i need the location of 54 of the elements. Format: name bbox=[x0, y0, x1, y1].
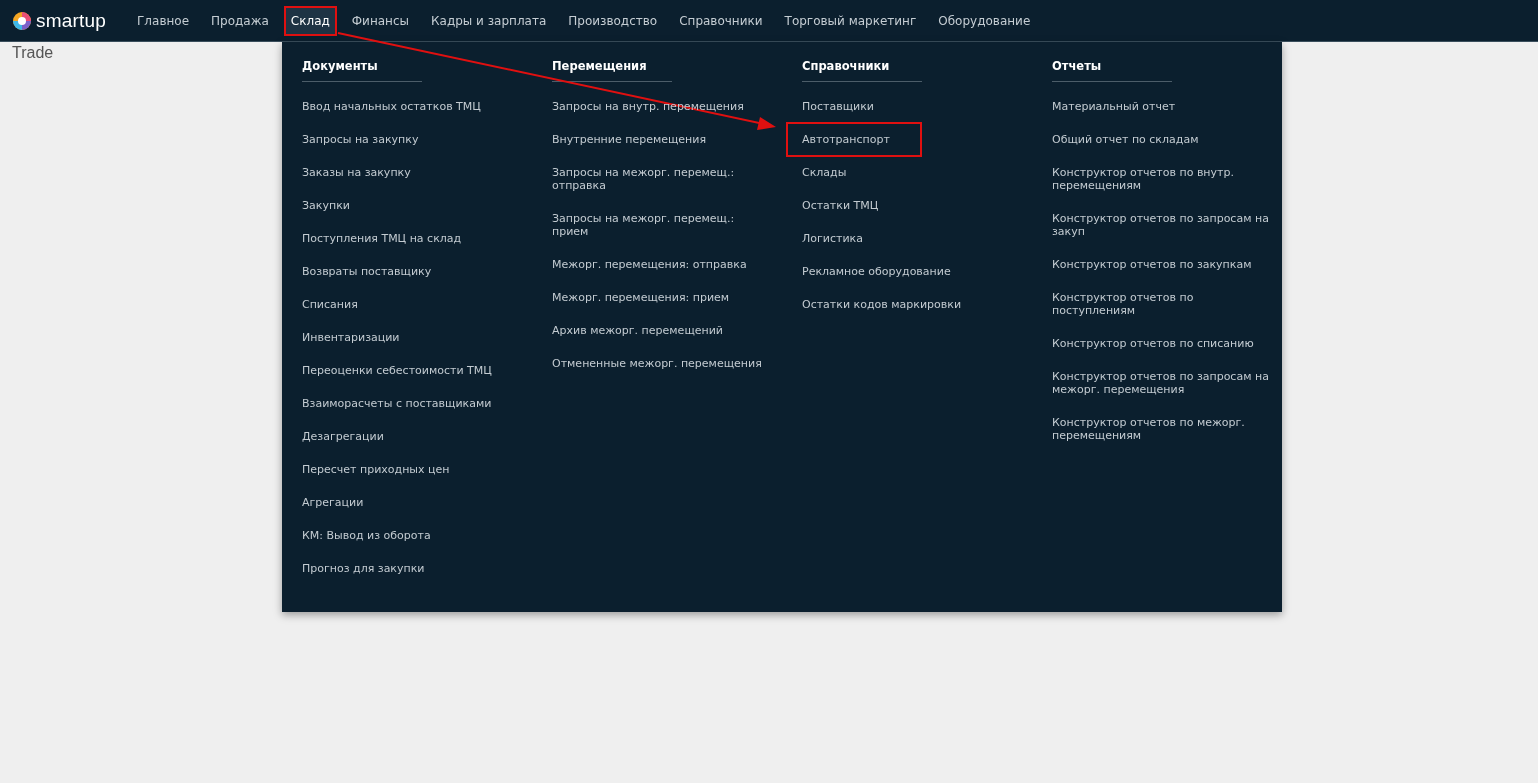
menu-item[interactable]: Возвраты поставщику bbox=[302, 265, 432, 278]
menu-item[interactable]: Отмененные межорг. перемещения bbox=[552, 357, 762, 370]
menu-item[interactable]: Заказы на закупку bbox=[302, 166, 411, 179]
menu-item[interactable]: Поставщики bbox=[802, 100, 874, 113]
menu-item[interactable]: Остатки ТМЦ bbox=[802, 199, 879, 212]
menu-heading: Справочники bbox=[802, 59, 922, 82]
menu-item[interactable]: Конструктор отчетов по запросам на межорг. перемещения bbox=[1052, 370, 1272, 396]
menu-item[interactable]: Общий отчет по складам bbox=[1052, 133, 1199, 146]
menu-item[interactable]: Закупки bbox=[302, 199, 350, 212]
nav-item[interactable]: Кадры и зарплата bbox=[426, 7, 552, 34]
menu-item[interactable]: Конструктор отчетов по закупкам bbox=[1052, 258, 1252, 271]
page-title: Trade bbox=[11, 43, 55, 63]
menu-item[interactable]: Дезагрегации bbox=[302, 430, 384, 443]
menu-item[interactable]: Архив межорг. перемещений bbox=[552, 324, 723, 337]
menu-item[interactable]: Конструктор отчетов по списанию bbox=[1052, 337, 1254, 350]
menu-item[interactable]: Поступления ТМЦ на склад bbox=[302, 232, 462, 245]
menu-item[interactable]: Рекламное оборудование bbox=[802, 265, 951, 278]
menu-item[interactable]: Межорг. перемещения: прием bbox=[552, 291, 730, 304]
nav-item[interactable]: Продажа bbox=[206, 7, 274, 34]
menu-item[interactable]: Межорг. перемещения: отправка bbox=[552, 258, 747, 271]
menu-item[interactable]: Автотранспорт bbox=[786, 122, 922, 157]
menu-item[interactable]: КМ: Вывод из оборота bbox=[302, 529, 431, 542]
menu-item[interactable]: Склады bbox=[802, 166, 847, 179]
menu-item[interactable]: Конструктор отчетов по запросам на закуп bbox=[1052, 212, 1272, 238]
menu-item[interactable]: Ввод начальных остатков ТМЦ bbox=[302, 100, 481, 113]
nav-item[interactable]: Производство bbox=[563, 7, 663, 34]
menu-item[interactable]: Взаиморасчеты с поставщиками bbox=[302, 397, 492, 410]
menu-heading: Перемещения bbox=[552, 59, 672, 82]
nav-item[interactable]: Торговый маркетинг bbox=[779, 7, 922, 34]
menu-item[interactable]: Запросы на межорг. перемещ.: отправка bbox=[552, 166, 772, 192]
nav-item[interactable]: Справочники bbox=[674, 7, 768, 34]
nav-item[interactable]: Финансы bbox=[346, 7, 415, 34]
menu-item[interactable]: Переоценки себестоимости ТМЦ bbox=[302, 364, 492, 377]
menu-heading: Отчеты bbox=[1052, 59, 1172, 82]
logo-icon bbox=[12, 10, 32, 31]
nav-item[interactable]: Главное bbox=[132, 7, 195, 34]
menu-item[interactable]: Пересчет приходных цен bbox=[302, 463, 450, 476]
menu-item[interactable]: Инвентаризации bbox=[302, 331, 400, 344]
menu-item[interactable]: Внутренние перемещения bbox=[552, 133, 707, 146]
menu-item[interactable]: Конструктор отчетов по внутр. перемещениям bbox=[1052, 166, 1272, 192]
menu-item[interactable]: Запросы на межорг. перемещ.: прием bbox=[552, 212, 772, 238]
menu-item[interactable]: Остатки кодов маркировки bbox=[802, 298, 962, 311]
logo-text[interactable]: smartup bbox=[36, 9, 107, 32]
menu-item[interactable]: Логистика bbox=[802, 232, 863, 245]
nav-item[interactable]: Склад bbox=[285, 7, 335, 34]
nav-item[interactable]: Оборудование bbox=[933, 7, 1036, 34]
menu-item[interactable]: Списания bbox=[302, 298, 358, 311]
menu-item[interactable]: Запросы на закупку bbox=[302, 133, 419, 146]
menu-item[interactable]: Конструктор отчетов по межорг. перемещениям bbox=[1052, 416, 1272, 442]
menu-item[interactable]: Прогноз для закупки bbox=[302, 562, 425, 575]
menu-heading: Документы bbox=[302, 59, 422, 82]
menu-item[interactable]: Агрегации bbox=[302, 496, 364, 509]
menu-item[interactable]: Материальный отчет bbox=[1052, 100, 1176, 113]
menu-item[interactable]: Конструктор отчетов по поступлениям bbox=[1052, 291, 1272, 317]
